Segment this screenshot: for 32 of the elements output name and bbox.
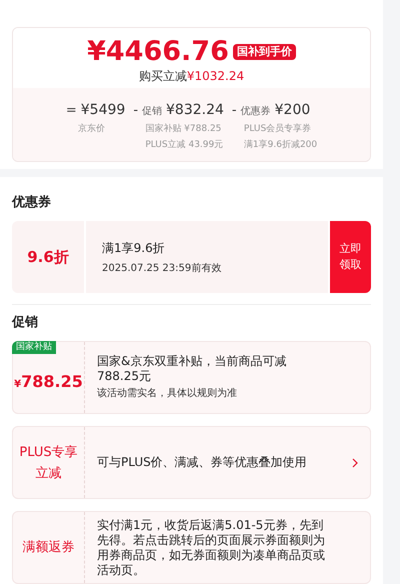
subsidy-badge: 国家补贴 bbox=[12, 341, 56, 354]
section-title: 优惠券 bbox=[12, 194, 52, 212]
breakdown-note: 国家补贴 ¥788.25 bbox=[144, 122, 222, 136]
coupon-title: 满1享9.6折 bbox=[102, 240, 166, 256]
final-price: ¥4466.76 bbox=[87, 36, 229, 68]
coupon-value: 9.6折 bbox=[12, 221, 84, 293]
operator: - bbox=[232, 102, 237, 120]
breakdown-value: ¥200 bbox=[274, 101, 310, 120]
section-title: 促销 bbox=[12, 314, 39, 332]
breakdown-note: PLUS立减 43.99元 bbox=[144, 138, 224, 152]
breakdown-note: 满1享9.6折减200 bbox=[242, 138, 318, 152]
promotion-label: PLUS专享立减 bbox=[18, 444, 79, 482]
promotion-label: 满额返券 bbox=[22, 539, 74, 557]
promotion-note: 该活动需实名，具体以规则为准 bbox=[97, 386, 238, 400]
promotion-text: 实付满1元，收货后返满5.01-5元券，先到先得。若点击跳转后的页面展示券面额则为用券商品页，如无券面额则为凑单商品页或活动页。 bbox=[97, 518, 326, 578]
price-tag: 国补到手价 bbox=[232, 44, 296, 60]
breakdown-note: 京东价 bbox=[76, 122, 106, 136]
promotion-text: 国家&京东双重补贴，当前商品可减788.25元 bbox=[97, 354, 288, 384]
breakdown-value: ¥832.24 bbox=[166, 101, 224, 120]
breakdown-value: ¥5499 bbox=[80, 101, 126, 120]
saving-value: ¥1032.24 bbox=[186, 68, 244, 84]
claim-button[interactable]: 立即领取 bbox=[330, 221, 371, 293]
breakdown-label: 促销 bbox=[142, 105, 162, 119]
breakdown-label: 优惠券 bbox=[240, 104, 271, 119]
operator: - bbox=[133, 102, 138, 120]
promotion-amount: ¥788.25 bbox=[14, 370, 83, 392]
promotion-text: 可与PLUS价、满减、券等优惠叠加使用 bbox=[97, 455, 308, 470]
coupon-expiry: 2025.07.25 23:59前有效 bbox=[102, 262, 222, 276]
breakdown-note: PLUS会员专享券 bbox=[242, 122, 312, 136]
saving-label: 购买立减 bbox=[138, 68, 187, 84]
chevron-icon[interactable] bbox=[352, 458, 358, 468]
operator: = bbox=[66, 102, 77, 120]
